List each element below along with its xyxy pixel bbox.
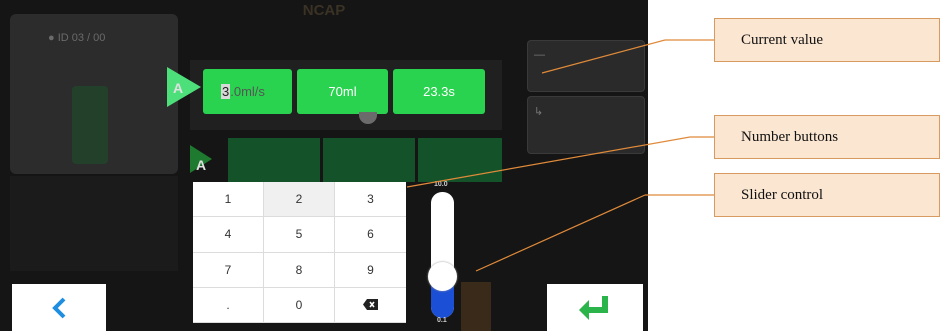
callout-current-value: Current value xyxy=(714,18,940,62)
callout-line-1 xyxy=(541,39,666,74)
callout-number-buttons: Number buttons xyxy=(714,115,940,159)
callout-line-2 xyxy=(406,136,691,188)
callout-slider-control: Slider control xyxy=(714,173,940,217)
callout-line-3 xyxy=(475,194,646,272)
